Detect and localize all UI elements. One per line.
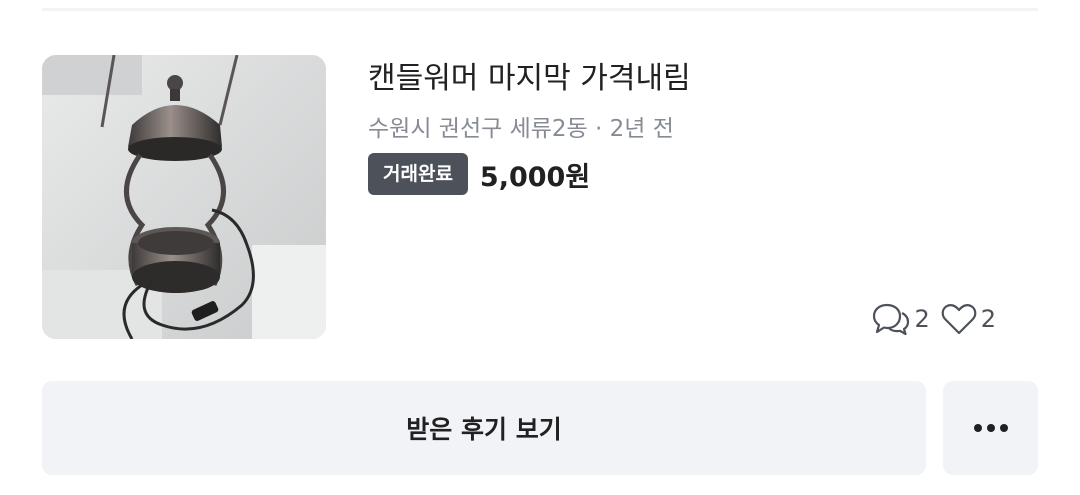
price-row: 거래완료 5,000원 (368, 153, 590, 195)
listing-card[interactable]: 캔들워머 마지막 가격내림 수원시 권선구 세류2동 · 2년 전 거래완료 5… (42, 55, 1038, 339)
more-options-button[interactable] (943, 381, 1038, 475)
listing-meta: 수원시 권선구 세류2동 · 2년 전 (368, 113, 674, 145)
top-divider (42, 8, 1038, 11)
product-image (42, 55, 326, 339)
listing-time: 2년 전 (609, 116, 674, 142)
chat-bubble-icon (871, 302, 914, 336)
listing-info: 캔들워머 마지막 가격내림 수원시 권선구 세류2동 · 2년 전 거래완료 5… (368, 55, 1038, 339)
listing-title: 캔들워머 마지막 가격내림 (368, 61, 691, 96)
more-horizontal-icon (943, 423, 1038, 433)
listing-price: 5,000원 (479, 161, 591, 193)
listing-location: 수원시 권선구 세류2동 (368, 116, 588, 142)
heart-icon (940, 302, 981, 336)
like-count: 2 (980, 305, 996, 333)
like-stat: 2 (940, 302, 996, 336)
chat-stat: 2 (871, 302, 930, 336)
chat-count: 2 (914, 305, 930, 333)
listing-stats: 2 2 (871, 302, 996, 336)
meta-separator: · (587, 116, 610, 142)
status-badge: 거래완료 (368, 153, 468, 195)
view-reviews-button[interactable]: 받은 후기 보기 (42, 381, 926, 475)
